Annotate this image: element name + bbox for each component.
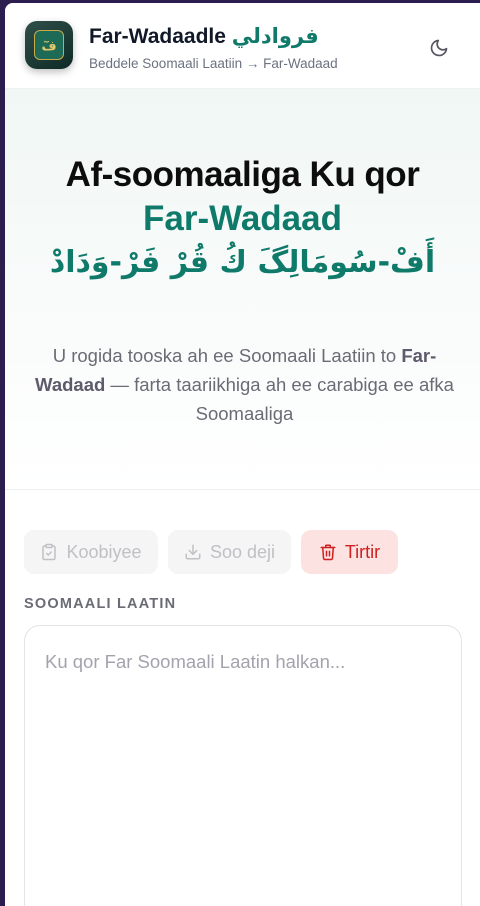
app-logo-icon[interactable]: فٓ: [25, 21, 73, 69]
copy-button[interactable]: Koobiyee: [24, 530, 158, 574]
trash-icon: [320, 544, 336, 561]
moon-icon: [430, 39, 448, 57]
app-title-arabic: فروادلي: [231, 24, 319, 48]
latin-text-input[interactable]: [25, 626, 461, 906]
input-section-label: SOOMAALI LAATIN: [24, 596, 177, 612]
download-button-label: Soo deji: [209, 541, 276, 562]
logo-badge: فٓ: [34, 30, 64, 60]
app-title-latin: Far-Wadaadle: [89, 25, 226, 48]
hero-desc-text: U rogida tooska ah ee Soomaali Laatiin t…: [52, 345, 402, 366]
hero-heading-arabic: أَفْ-سُومَالِگَ كُ قُرْ فَرْ-وَدَادْ: [49, 245, 436, 280]
copy-button-label: Koobiyee: [66, 541, 142, 562]
app-window: فٓ Far-Wadaadle فروادلي Beddele Soomaali…: [5, 3, 480, 906]
download-button[interactable]: Soo deji: [168, 530, 291, 574]
clear-button[interactable]: Tirtir: [301, 530, 398, 574]
logo-glyph-icon: فٓ: [41, 39, 56, 54]
clear-button-label: Tirtir: [344, 541, 381, 562]
hero-heading: Af-soomaaliga Ku qor: [65, 155, 420, 194]
clipboard-icon: [42, 543, 57, 561]
hero-description: U rogida tooska ah ee Soomaali Laatiin t…: [27, 341, 462, 428]
app-title: Far-Wadaadle فروادلي: [89, 24, 319, 49]
latin-input-container: [24, 625, 462, 906]
hero-heading-accent: Far-Wadaad: [142, 199, 342, 238]
logo-glyph: فٓ: [41, 39, 56, 54]
hero-section: Af-soomaaliga Ku qor Far-Wadaad أَفْ-سُو…: [5, 89, 480, 490]
hero-desc-text-end: — farta taariikhiga ah ee carabiga ee af…: [105, 374, 454, 424]
app-header: فٓ Far-Wadaadle فروادلي Beddele Soomaali…: [5, 3, 480, 89]
app-subtitle: Beddele Soomaali Laatiin → Far-Wadaad: [89, 56, 338, 71]
download-icon: [185, 544, 201, 560]
theme-toggle-button[interactable]: [424, 33, 454, 63]
